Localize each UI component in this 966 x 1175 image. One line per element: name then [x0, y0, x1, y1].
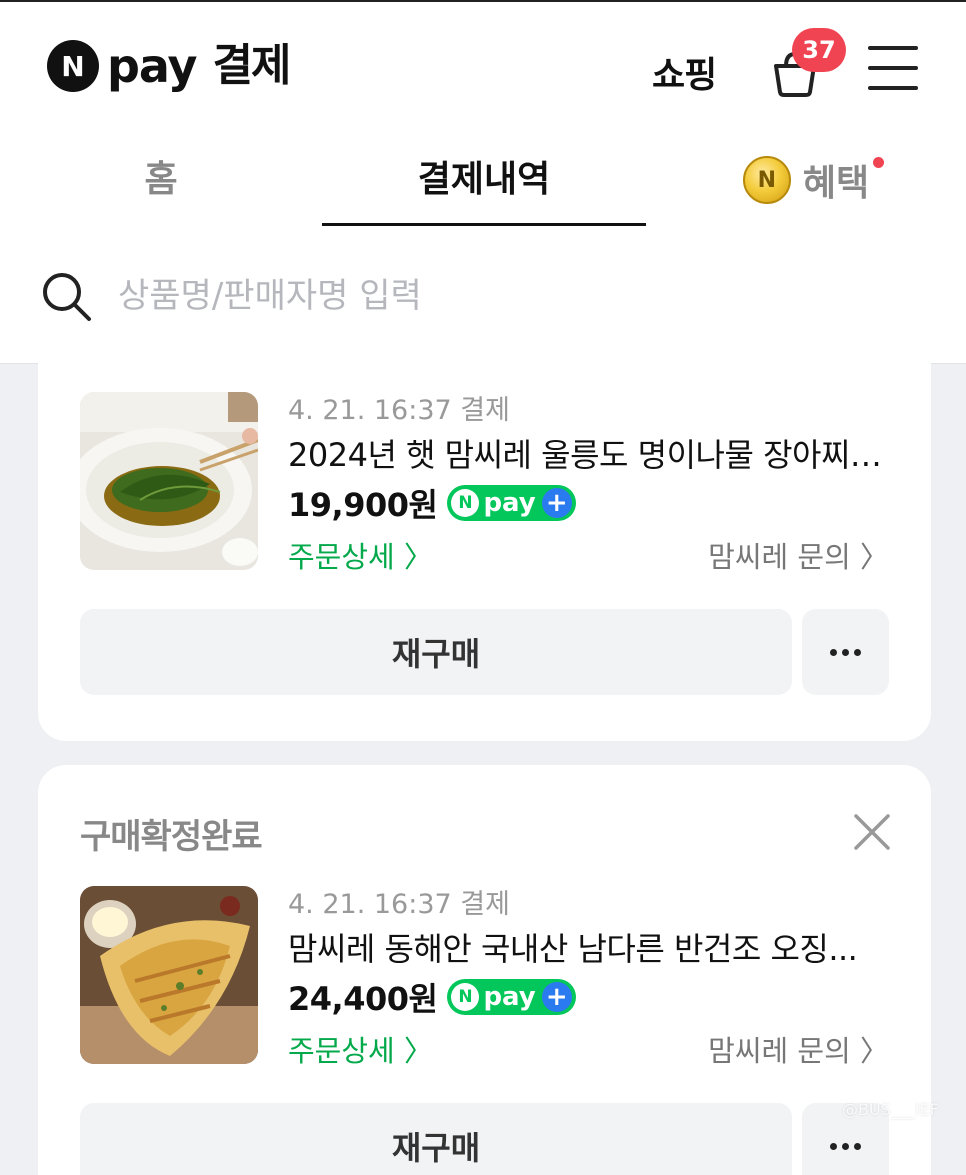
tab-bar: 홈 결제내역 N 혜택	[0, 152, 966, 228]
app-header: N pay 결제 쇼핑 37 홈 결제내역 N 혜택	[0, 2, 966, 228]
npay-logo-text: pay	[107, 39, 198, 93]
npay-plus-text: pay	[483, 488, 536, 518]
npay-plus-text: pay	[483, 982, 536, 1012]
tab-payment-history[interactable]: 결제내역	[322, 152, 646, 228]
order-detail-link[interactable]: 주문상세 〉	[288, 534, 433, 576]
rebuy-button[interactable]: 재구매	[80, 609, 792, 695]
npay-logo[interactable]: N pay 결제	[47, 39, 292, 93]
hamburger-menu-icon[interactable]	[868, 46, 918, 92]
page-title: 결제	[212, 40, 292, 91]
close-icon[interactable]	[853, 813, 891, 851]
search-icon[interactable]	[40, 270, 92, 322]
watermark: @BUS___IEF	[842, 1100, 939, 1119]
product-title[interactable]: 2024년 햇 맘씨레 울릉도 명이나물 장아찌 ...	[288, 430, 888, 476]
npay-plus-symbol: +	[541, 488, 572, 518]
npay-plus-badge: N pay +	[447, 485, 576, 521]
tab-benefits-label: 혜택	[802, 163, 870, 204]
seller-inquiry-link[interactable]: 맘씨레 문의 〉	[708, 1028, 889, 1070]
order-detail-link[interactable]: 주문상세 〉	[288, 1028, 433, 1070]
product-image[interactable]	[80, 886, 258, 1064]
search-input[interactable]	[118, 266, 918, 326]
tab-home[interactable]: 홈	[0, 152, 322, 228]
seller-inquiry-link[interactable]: 맘씨레 문의 〉	[708, 534, 889, 576]
new-notification-dot	[873, 157, 884, 168]
order-status: 구매확정완료	[80, 817, 263, 857]
npay-coin-icon: N	[742, 156, 791, 204]
product-image[interactable]	[80, 392, 258, 570]
npay-plus-badge: N pay +	[447, 979, 576, 1015]
npay-logo-badge: N	[47, 40, 99, 92]
price-row: 19,900원 N pay +	[288, 480, 576, 526]
payment-date: 4. 21. 16:37 결제	[288, 889, 510, 920]
rebuy-button[interactable]: 재구매	[80, 1103, 792, 1175]
tab-payment-history-label: 결제내역	[417, 159, 551, 200]
product-price: 24,400원	[288, 980, 438, 1018]
price-row: 24,400원 N pay +	[288, 974, 576, 1020]
npay-plus-n-mark: N	[451, 489, 480, 517]
payment-date: 4. 21. 16:37 결제	[288, 395, 510, 426]
shopping-link[interactable]: 쇼핑	[652, 46, 717, 98]
tab-benefits[interactable]: N 혜택	[646, 152, 966, 208]
product-title[interactable]: 맘씨레 동해안 국내산 남다른 반건조 오징...	[288, 924, 888, 970]
product-price: 19,900원	[288, 486, 438, 524]
order-card: 4. 21. 16:37 결제 2024년 햇 맘씨레 울릉도 명이나물 장아찌…	[38, 330, 931, 741]
order-card: 구매확정완료 4. 21. 16:37 결제 맘씨레 동해안 국내산 남다른 반…	[38, 765, 931, 1175]
cart-count-badge: 37	[792, 28, 846, 72]
npay-plus-n-mark: N	[451, 983, 480, 1011]
npay-plus-symbol: +	[541, 982, 572, 1012]
more-options-icon[interactable]	[802, 609, 889, 695]
